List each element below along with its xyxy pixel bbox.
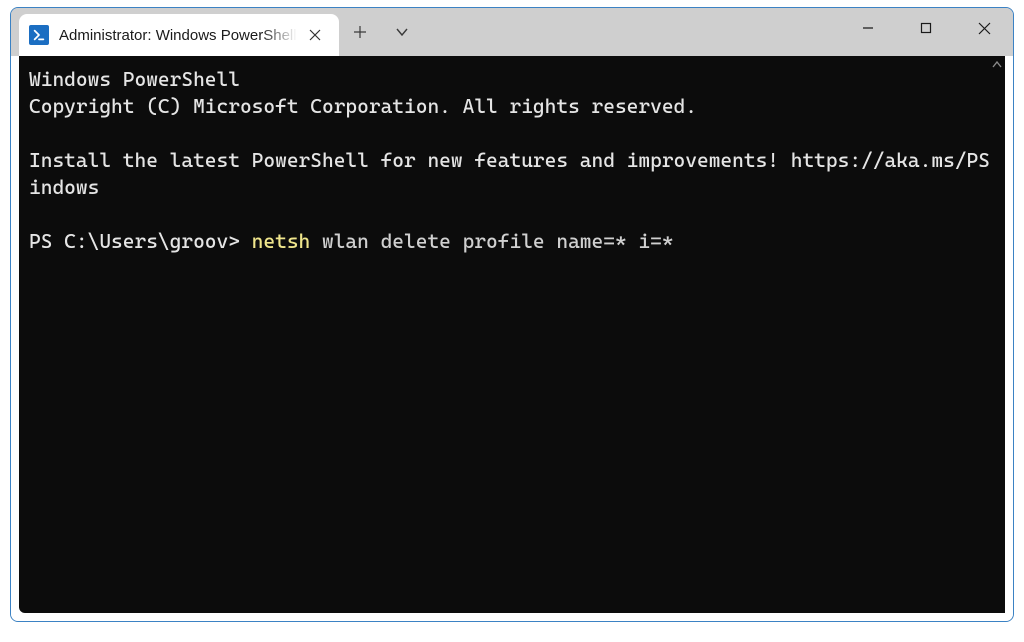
tab-active[interactable]: Administrator: Windows PowerShell [19,14,339,56]
terminal-container: Windows PowerShellCopyright (C) Microsof… [11,56,1013,621]
tab-close-button[interactable] [305,25,325,45]
window-controls [839,8,1013,48]
titlebar[interactable]: Administrator: Windows PowerShell [11,8,1013,56]
tab-controls [339,8,423,56]
command-keyword: netsh [252,229,311,253]
terminal-line [29,201,1003,228]
close-button[interactable] [955,8,1013,48]
terminal-line: Windows PowerShell [29,66,1003,93]
maximize-button[interactable] [897,8,955,48]
prompt-text: PS C:\Users\groov> [29,229,252,253]
tab-dropdown-button[interactable] [381,11,423,53]
terminal-output[interactable]: Windows PowerShellCopyright (C) Microsof… [19,56,1005,613]
new-tab-button[interactable] [339,11,381,53]
terminal-line: Copyright (C) Microsoft Corporation. All… [29,93,1003,120]
minimize-button[interactable] [839,8,897,48]
powershell-icon [29,25,49,45]
terminal-line: Install the latest PowerShell for new fe… [29,147,1003,201]
command-args: wlan delete profile name=* i=* [310,229,673,253]
terminal-window: Administrator: Windows PowerShell [10,7,1014,622]
tab-title: Administrator: Windows PowerShell [59,27,297,44]
terminal-prompt-line: PS C:\Users\groov> netsh wlan delete pro… [29,228,1003,255]
scrollbar[interactable] [989,56,1005,613]
terminal-line [29,120,1003,147]
scroll-up-icon[interactable] [989,56,1005,74]
